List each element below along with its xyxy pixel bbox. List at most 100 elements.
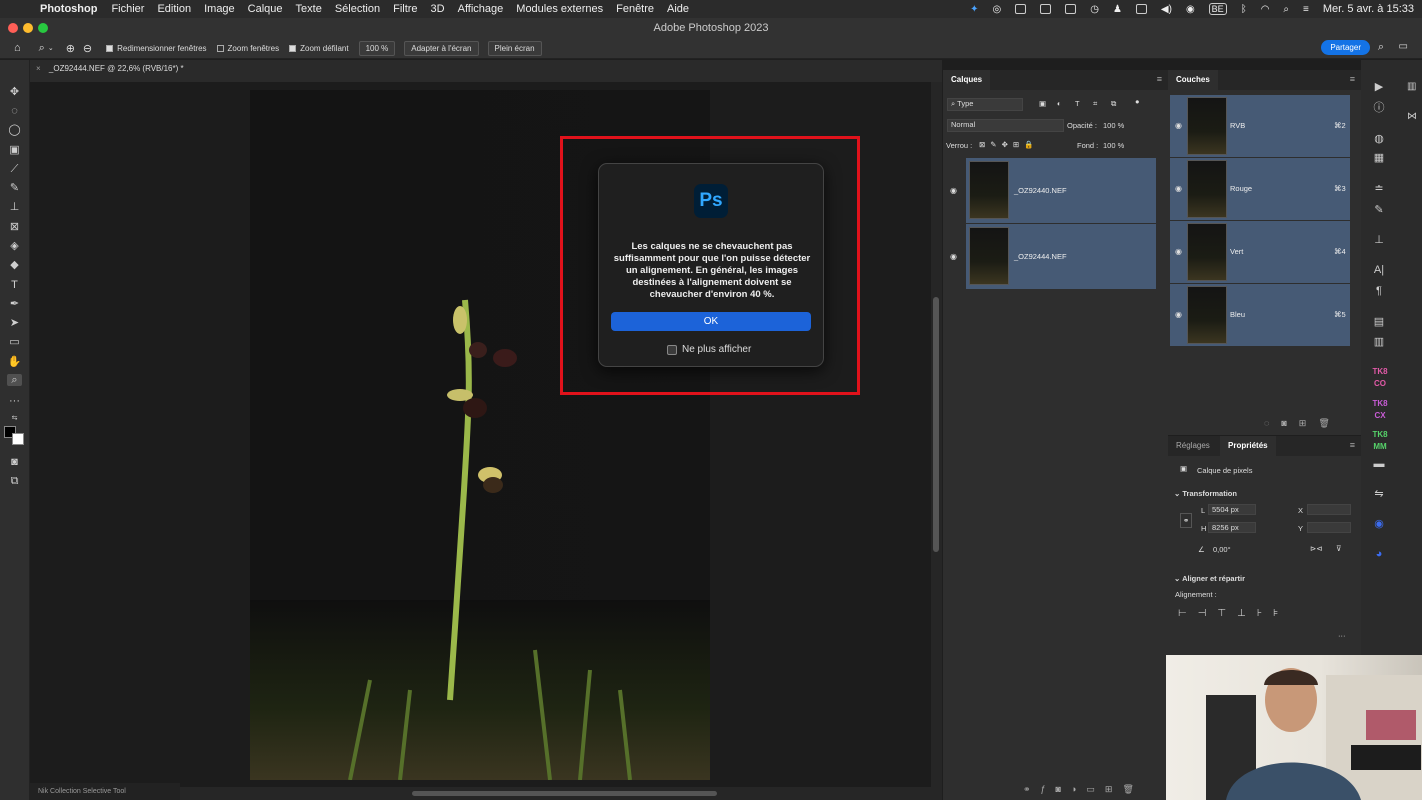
eye-icon[interactable]: ◉: [950, 186, 957, 195]
lock-options-icon[interactable]: ⊠✎✥⊞🔒: [979, 140, 1038, 149]
channel-row[interactable]: ◉ Rouge ⌘3: [1170, 158, 1350, 220]
fit-screen-button[interactable]: Adapter à l'écran: [404, 40, 479, 56]
eye-icon[interactable]: ◉: [1175, 310, 1182, 319]
zoom-in-icon[interactable]: ⊕: [66, 42, 75, 55]
display-icon[interactable]: [1135, 4, 1147, 14]
filter-type-icon[interactable]: T: [1075, 99, 1080, 108]
type-tool-icon[interactable]: T: [7, 279, 22, 291]
brush-tool-icon[interactable]: ✎: [7, 182, 22, 194]
play-icon[interactable]: ▶: [1372, 81, 1386, 93]
menu-calque[interactable]: Calque: [248, 3, 283, 15]
hand-tool-icon[interactable]: ✋: [7, 356, 22, 368]
more-options-icon[interactable]: ···: [1338, 631, 1346, 640]
channels-footer-icons[interactable]: ◌◙⊞🗑: [1264, 418, 1342, 429]
opacity-value[interactable]: 100 %: [1103, 121, 1124, 130]
clone-source-icon[interactable]: ⊥: [1372, 234, 1386, 246]
zoom-value-field[interactable]: 100 %: [358, 40, 396, 56]
angle-field[interactable]: 0,00°: [1213, 545, 1231, 554]
layer-row[interactable]: _OZ92444.NEF: [966, 224, 1156, 289]
stamp-tool-icon[interactable]: ⊥: [7, 201, 22, 213]
brush-settings-icon[interactable]: ✎: [1372, 204, 1386, 216]
swap-colors-icon[interactable]: ⇆: [7, 413, 22, 425]
channel-name[interactable]: Vert: [1230, 247, 1243, 256]
menu-affichage[interactable]: Affichage: [458, 3, 504, 15]
info-icon[interactable]: ⓘ: [1372, 102, 1386, 114]
clock-icon[interactable]: ◷: [1090, 4, 1099, 15]
menu-edition[interactable]: Edition: [157, 3, 191, 15]
app-menu[interactable]: Photoshop: [40, 3, 97, 15]
y-field[interactable]: [1307, 522, 1351, 533]
menu-fenetre[interactable]: Fenêtre: [616, 3, 654, 15]
search-icon[interactable]: ⌕: [1378, 41, 1384, 54]
channel-row[interactable]: ◉ Vert ⌘4: [1170, 221, 1350, 283]
tk8-co-panel-icon[interactable]: TK8 CO: [1370, 366, 1390, 388]
home-icon[interactable]: ⌂: [14, 42, 21, 54]
transform-section[interactable]: ⌄ Transformation: [1174, 489, 1237, 498]
tab-proprietes[interactable]: Propriétés: [1220, 436, 1276, 456]
panel-menu-icon[interactable]: ≡: [1350, 74, 1355, 84]
menu-aide[interactable]: Aide: [667, 3, 689, 15]
vertical-scrollbar[interactable]: [931, 82, 942, 787]
wifi-icon[interactable]: ◠: [1261, 4, 1270, 15]
zoom-out-icon[interactable]: ⊖: [83, 42, 92, 55]
path-selection-tool-icon[interactable]: ➤: [7, 317, 22, 329]
pen-tool-icon[interactable]: ✒: [7, 298, 22, 310]
character-icon[interactable]: A|: [1372, 264, 1386, 276]
eraser-tool-icon[interactable]: ◈: [7, 240, 22, 252]
tk8-mm-panel-icon[interactable]: TK8 MM: [1370, 429, 1390, 451]
menu-texte[interactable]: Texte: [296, 3, 322, 15]
marquee-tool-icon[interactable]: ◌: [7, 105, 22, 117]
channel-name[interactable]: Rouge: [1230, 184, 1252, 193]
scroll-thumb[interactable]: [933, 297, 939, 552]
menu-filtre[interactable]: Filtre: [393, 3, 417, 15]
layer-row[interactable]: _OZ92440.NEF: [966, 158, 1156, 223]
align-section[interactable]: ⌄ Aligner et répartir: [1174, 574, 1245, 583]
dont-show-again-checkbox[interactable]: Ne plus afficher: [667, 344, 751, 355]
document-tab[interactable]: × _OZ92444.NEF @ 22,6% (RVB/16*) *: [36, 64, 184, 73]
frame-tool-icon[interactable]: ⊠: [7, 221, 22, 233]
link-icon[interactable]: ⚭: [1180, 513, 1193, 528]
share-button[interactable]: Partager: [1321, 40, 1370, 55]
filter-pixel-icon[interactable]: ▣: [1039, 99, 1046, 108]
volume-icon[interactable]: ◀): [1161, 4, 1172, 15]
control-center-icon[interactable]: ≡: [1303, 4, 1309, 15]
butterfly-icon[interactable]: ✦: [970, 4, 978, 15]
checkbox-unchecked-icon[interactable]: [667, 344, 677, 355]
filter-toggle-icon[interactable]: ●: [1135, 97, 1140, 106]
creative-cloud-icon[interactable]: ◎: [992, 4, 1001, 15]
width-field[interactable]: 5504 px: [1208, 504, 1256, 515]
adjustments-icon[interactable]: ≐: [1372, 183, 1386, 195]
blend-mode-select[interactable]: Normal: [947, 119, 1064, 132]
nik-panel-icon[interactable]: ◉: [1372, 518, 1386, 530]
chevron-down-icon[interactable]: ⌄: [48, 44, 54, 52]
color-icon[interactable]: ◍: [1372, 133, 1386, 145]
channel-row[interactable]: ◉ Bleu ⌘5: [1170, 284, 1350, 346]
swatches-icon[interactable]: ▦: [1372, 152, 1386, 164]
layers-footer-icons[interactable]: ⚭ƒ◙◑▭⊞🗑: [1023, 784, 1144, 795]
tk8-cx-panel-icon[interactable]: TK8 CX: [1370, 398, 1390, 420]
airplay-icon[interactable]: ◉: [1186, 4, 1195, 15]
channel-name[interactable]: RVB: [1230, 121, 1245, 130]
paint-bucket-tool-icon[interactable]: ◆: [7, 259, 22, 271]
plugin-icon[interactable]: ▬: [1372, 458, 1386, 470]
zoom-windows-checkbox[interactable]: Zoom fenêtres: [216, 44, 279, 53]
rectangle-tool-icon[interactable]: ▭: [7, 336, 22, 348]
flip-vertical-icon[interactable]: ⊽: [1336, 544, 1342, 553]
align-buttons[interactable]: ⊢⊣⊤⊥⊦⊧: [1178, 608, 1289, 619]
resize-windows-checkbox[interactable]: Redimensionner fenêtres: [106, 44, 207, 53]
keyboard-layout[interactable]: BE: [1208, 3, 1227, 15]
layer-name[interactable]: _OZ92444.NEF: [1014, 252, 1067, 261]
clock-text[interactable]: Mer. 5 avr. à 15:33: [1323, 3, 1414, 15]
menu-image[interactable]: Image: [204, 3, 235, 15]
menu-fichier[interactable]: Fichier: [111, 3, 144, 15]
background-color-icon[interactable]: [12, 433, 24, 445]
flip-horizontal-icon[interactable]: ⊳⊲: [1310, 544, 1323, 553]
panel-menu-icon[interactable]: ≡: [1157, 74, 1162, 84]
piano-icon[interactable]: ▥: [1407, 81, 1416, 92]
height-field[interactable]: 8256 px: [1208, 522, 1256, 533]
zoom-window-button[interactable]: [38, 23, 48, 33]
eyedropper-tool-icon[interactable]: ⟋: [7, 163, 22, 175]
zoom-tool-icon[interactable]: ⌕: [7, 374, 22, 386]
panel-menu-icon[interactable]: ≡: [1350, 440, 1355, 450]
screen-mode-icon[interactable]: ⧉: [7, 475, 22, 487]
